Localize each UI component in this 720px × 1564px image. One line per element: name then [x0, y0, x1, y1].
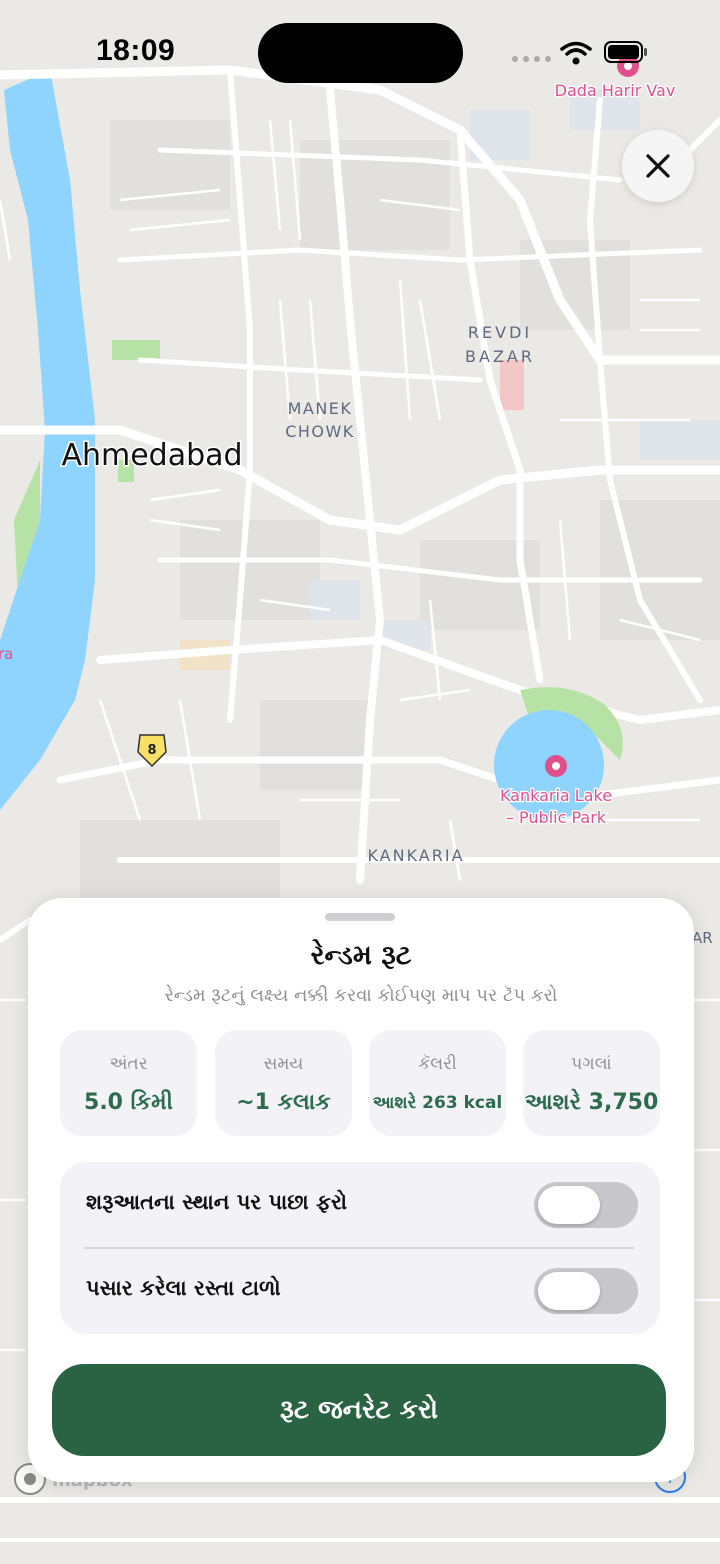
- stat-distance-value: 5.0 કિમી: [84, 1090, 173, 1115]
- city-label: Ahmedabad: [61, 438, 242, 473]
- stat-time[interactable]: સમય ~1 કલાક: [215, 1030, 352, 1136]
- edge-label-left: ra: [0, 645, 13, 663]
- edge-label-right: AR: [692, 929, 713, 947]
- option-avoid-visited-roads-label: પસાર કરેલા રસ્તા ટાળો: [86, 1276, 281, 1300]
- generate-route-button[interactable]: રૂટ જનરેટ કરો: [52, 1364, 666, 1456]
- dynamic-island: [258, 23, 463, 83]
- sheet-grabber[interactable]: [325, 913, 395, 921]
- wifi-icon: [560, 41, 592, 65]
- stat-calories-value: આશરે 263 kcal: [372, 1093, 503, 1113]
- stat-distance-label: અંતર: [109, 1054, 148, 1074]
- sheet-title: રેન્ડમ રૂટ: [310, 940, 412, 971]
- route-options: શરૂઆતના સ્થાન પર પાછા ફરો પસાર કરેલા રસ્…: [60, 1162, 660, 1334]
- stat-calories-label: કૅલરી: [418, 1054, 457, 1074]
- stat-steps-label: પગલાં: [571, 1054, 612, 1074]
- area-label-chowk: CHOWK: [285, 422, 355, 441]
- sheet-subtitle: રેન્ડમ રૂટનું લક્ષ્ય નક્કી કરવા કોઈપણ મા…: [164, 985, 558, 1006]
- stat-distance[interactable]: અંતર 5.0 કિમી: [60, 1030, 197, 1136]
- close-button[interactable]: [622, 130, 694, 202]
- option-avoid-visited-roads: પસાર કરેલા રસ્તા ટાળો: [60, 1248, 660, 1334]
- area-label-bazar: BAZAR: [465, 347, 535, 366]
- area-label-manek: MANEK: [288, 399, 353, 418]
- battery-icon: [604, 41, 647, 63]
- highway-shield-label: 8: [147, 743, 156, 758]
- stat-time-label: સમય: [263, 1054, 304, 1074]
- area-label-kankaria: KANKARIA: [367, 846, 464, 865]
- close-icon: [646, 154, 670, 178]
- stat-steps-value: આશરે 3,750: [524, 1090, 659, 1115]
- stat-calories[interactable]: કૅલરી આશરે 263 kcal: [369, 1030, 506, 1136]
- status-bar: 18:09: [0, 0, 720, 100]
- status-time: 18:09: [96, 34, 176, 67]
- poi-label-kankaria-2: – Public Park: [506, 808, 607, 827]
- avoid-visited-roads-toggle[interactable]: [534, 1268, 638, 1314]
- return-to-start-toggle[interactable]: [534, 1182, 638, 1228]
- option-return-to-start-label: શરૂઆતના સ્થાન પર પાછા ફરો: [86, 1190, 348, 1214]
- stat-time-value: ~1 કલાક: [236, 1090, 331, 1115]
- signal-icon: [512, 56, 552, 64]
- poi-label-kankaria-1: Kankaria Lake: [500, 786, 612, 805]
- area-label-revdi: REVDI: [468, 323, 532, 342]
- stat-steps[interactable]: પગલાં આશરે 3,750: [523, 1030, 660, 1136]
- random-route-sheet: રેન્ડમ રૂટ રેન્ડમ રૂટનું લક્ષ્ય નક્કી કર…: [28, 898, 694, 1482]
- option-return-to-start: શરૂઆતના સ્થાન પર પાછા ફરો: [60, 1162, 660, 1248]
